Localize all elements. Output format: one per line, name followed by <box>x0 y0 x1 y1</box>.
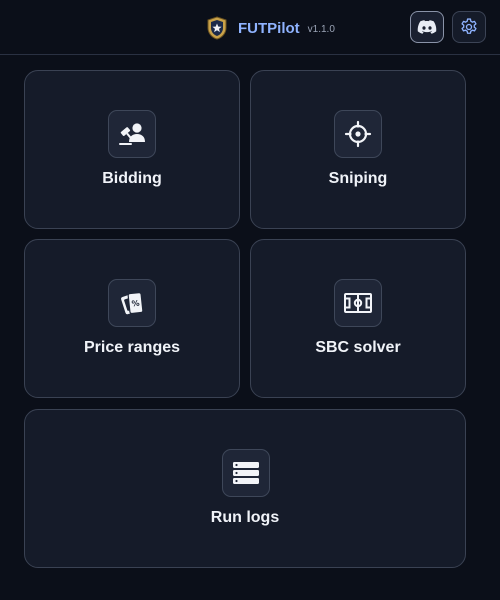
svg-text:%: % <box>131 299 140 309</box>
discord-icon <box>417 19 437 35</box>
server-list-icon <box>222 449 270 497</box>
app-header: FUTPilot v1.1.0 <box>0 0 500 55</box>
app-name: FUTPilot <box>238 19 300 37</box>
gear-icon <box>459 17 479 37</box>
bidding-tile[interactable]: Bidding <box>24 70 240 229</box>
sbc-solver-tile[interactable]: SBC solver <box>250 239 466 398</box>
gavel-person-icon <box>108 110 156 158</box>
sniping-label: Sniping <box>328 170 388 187</box>
sniping-tile[interactable]: Sniping <box>250 70 466 229</box>
run-logs-label: Run logs <box>210 509 280 526</box>
price-ranges-label: Price ranges <box>83 339 181 356</box>
app-version: v1.1.0 <box>307 23 335 35</box>
shield-star-logo <box>206 16 228 40</box>
football-pitch-icon <box>334 279 382 327</box>
crosshair-icon <box>334 110 382 158</box>
price-tags-icon: % <box>108 279 156 327</box>
bidding-label: Bidding <box>102 170 162 187</box>
run-logs-tile[interactable]: Run logs <box>24 409 466 568</box>
discord-button[interactable] <box>410 11 444 43</box>
price-ranges-tile[interactable]: % Price ranges <box>24 239 240 398</box>
settings-button[interactable] <box>452 11 486 43</box>
sbc-solver-label: SBC solver <box>315 339 401 356</box>
brand: FUTPilot v1.1.0 <box>206 14 335 42</box>
